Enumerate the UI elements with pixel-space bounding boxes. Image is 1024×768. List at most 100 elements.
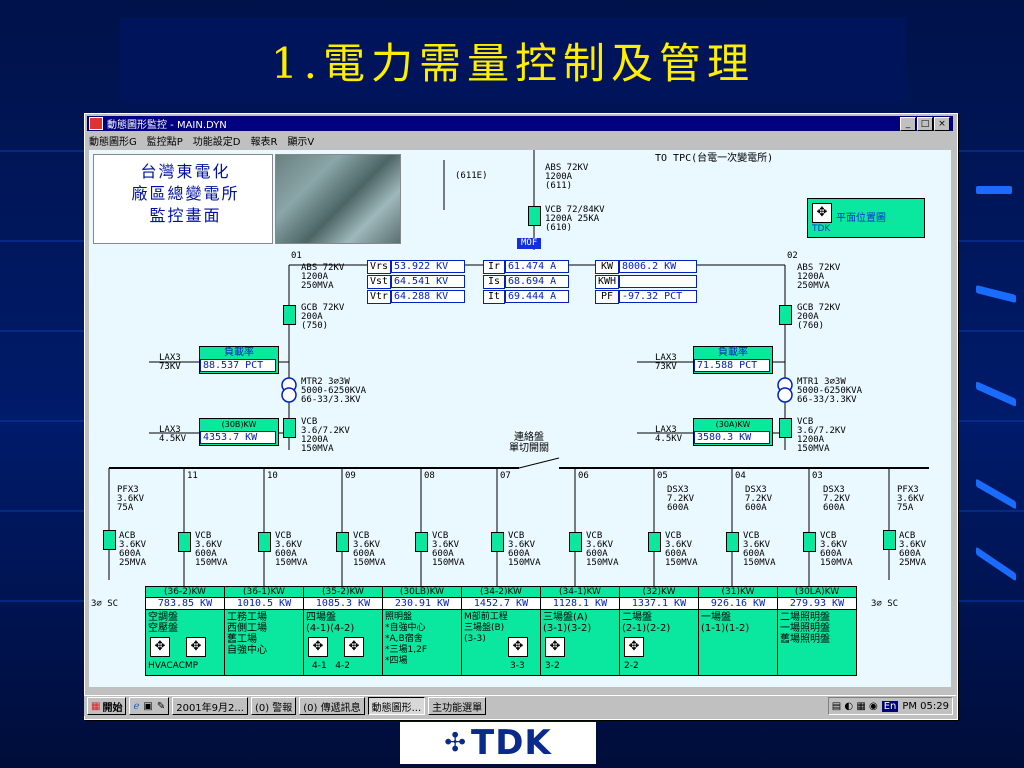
window-title: 動態圖形監控 - MAIN.DYN <box>107 120 227 131</box>
left-acb-label: ACB 3.6KV 600A 25MVA <box>119 531 147 568</box>
right-load-label: 負載率 <box>718 347 748 358</box>
feeder-value: 230.91 KW <box>383 597 461 610</box>
language-indicator[interactable]: En <box>881 700 899 712</box>
vcb-07-breaker[interactable] <box>491 532 504 552</box>
right-acb-breaker[interactable] <box>883 530 896 550</box>
task-message[interactable]: (0) 傳遞訊息 <box>299 697 365 715</box>
system-tray: ▤ ◐ ▦ ◉ En PM 05:29 <box>827 697 953 715</box>
bus-04: 04 <box>735 471 746 481</box>
feeder-panel-31: (31)KW 926.16 KW 一場盤 (1-1)(1-2) <box>698 586 778 676</box>
task-main-menu[interactable]: 主功能選單 <box>428 697 487 715</box>
bus-06: 06 <box>578 471 589 481</box>
feeder-desc: 三場盤(A) (3-1)(3-2) <box>543 612 592 634</box>
vcb-03-breaker[interactable] <box>803 532 816 552</box>
app-window: 動態圖形監控 - MAIN.DYN _ □ × 動態圖形G 監控點P 功能設定D… <box>84 113 958 720</box>
vcb-09-breaker[interactable] <box>336 532 349 552</box>
feeder-desc: 二場照明盤 一場照明盤 舊場照明盤 <box>780 612 830 645</box>
feeder-panel-30la: (30LA)KW 279.93 KW 二場照明盤 一場照明盤 舊場照明盤 <box>777 586 857 676</box>
nav-arrows-icon[interactable]: ✥ <box>308 637 328 657</box>
nav-arrows-icon[interactable]: ✥ <box>186 637 206 657</box>
left-kw-panel: (30B)KW 4353.7 KW <box>199 418 279 446</box>
bus-05: 05 <box>657 471 668 481</box>
switch-611e-label: (611E) <box>455 171 488 181</box>
vcb-top-breaker[interactable] <box>528 206 541 226</box>
bus-09: 09 <box>345 471 356 481</box>
branch-01-number: 01 <box>291 251 302 261</box>
feeder-value: 1010.5 KW <box>225 597 303 610</box>
left-gcb-breaker[interactable] <box>283 305 296 325</box>
vcb-04-label: VCB 3.6KV 600A 150MVA <box>743 531 776 568</box>
start-label: 開始 <box>102 702 123 714</box>
left-acb-breaker[interactable] <box>103 530 116 550</box>
feeder-desc: 空調盤 空壓盤 <box>148 612 178 634</box>
layout-button[interactable]: ✥ 平面位置圖 TDK <box>807 198 925 238</box>
feeder-panel-36-1: (36-1)KW 1010.5 KW 工務工場 西側工場 舊工場 自強中心 <box>224 586 304 676</box>
vcb-08-breaker[interactable] <box>415 532 428 552</box>
right-sc-label: 3∅ SC <box>871 599 899 609</box>
nav-arrows-icon[interactable]: ✥ <box>545 637 565 657</box>
vcb-05-breaker[interactable] <box>648 532 661 552</box>
feeder-head: (32)KW <box>642 587 676 597</box>
bus-03: 03 <box>812 471 823 481</box>
menu-display[interactable]: 顯示V <box>287 133 314 148</box>
menu-settings[interactable]: 功能設定D <box>193 133 241 148</box>
close-button[interactable]: × <box>934 117 950 131</box>
vcb-09-label: VCB 3.6KV 600A 150MVA <box>353 531 386 568</box>
label-is: Is <box>483 275 505 289</box>
feeder-desc: 一場盤 (1-1)(1-2) <box>701 612 750 634</box>
window-titlebar[interactable]: 動態圖形監控 - MAIN.DYN _ □ × <box>87 116 953 131</box>
label-it: It <box>483 290 505 304</box>
tie-switch-label: 連絡盤 單切開關 <box>509 432 549 454</box>
browser-icon[interactable]: ℯ <box>133 701 139 712</box>
tray-icons[interactable]: ▤ ◐ ▦ ◉ <box>832 701 878 712</box>
feeder-head: (34-2)KW <box>480 587 522 597</box>
edit-icon[interactable]: ✎ <box>157 701 165 712</box>
tdk-logo: ✣ TDK <box>400 722 596 764</box>
task-dynamic-graphics[interactable]: 動態圖形... <box>367 697 426 715</box>
dsx-03-label: DSX3 7.2KV 600A <box>823 485 851 513</box>
nav-arrows-icon[interactable]: ✥ <box>344 637 364 657</box>
left-lax-bot-label: LAX3 4.5KV <box>159 425 187 444</box>
menu-reports[interactable]: 報表R <box>250 133 277 148</box>
vcb-06-breaker[interactable] <box>569 532 582 552</box>
feeder-panel-32: (32)KW 1337.1 KW 二場盤 (2-1)(2-2) ✥ 2-2 <box>619 586 699 676</box>
label-pf: PF <box>595 290 619 304</box>
value-kw: 8006.2 KW <box>619 260 697 273</box>
right-lax-top-label: LAX3 73KV <box>655 353 677 372</box>
left-load-label: 負載率 <box>224 347 254 358</box>
task-alarm[interactable]: (0) 警報 <box>250 697 297 715</box>
right-vcb-label: VCB 3.6/7.2KV 1200A 150MVA <box>797 417 846 454</box>
bus-08: 08 <box>424 471 435 481</box>
left-vcb-breaker[interactable] <box>283 418 296 438</box>
nav-arrows-icon[interactable]: ✥ <box>624 637 644 657</box>
right-gcb-label: GCB 72KV 200A (760) <box>797 303 841 331</box>
vcb-11-breaker[interactable] <box>178 532 191 552</box>
feeder-sub: 4-1 4-2 <box>312 661 350 671</box>
value-it: 69.444 A <box>505 290 569 303</box>
nav-arrows-icon[interactable]: ✥ <box>150 637 170 657</box>
vcb-05-label: VCB 3.6KV 600A 150MVA <box>665 531 698 568</box>
right-gcb-breaker[interactable] <box>779 305 792 325</box>
left-mtr-label: MTR2 3∅3W 5000-6250KVA 66-33/3.3KV <box>301 377 367 405</box>
task-datetime[interactable]: 2001年9月2... <box>172 697 248 715</box>
menu-bar: 動態圖形G 監控點P 功能設定D 報表R 顯示V <box>87 133 314 148</box>
left-sc-label: 3∅ SC <box>91 599 119 609</box>
desktop-icon[interactable]: ▣ <box>143 701 152 712</box>
menu-points[interactable]: 監控點P <box>147 133 183 148</box>
vcb-10-breaker[interactable] <box>258 532 271 552</box>
left-abs-label: ABS 72KV 1200A 250MVA <box>301 263 345 291</box>
feeder-value: 1085.3 KW <box>304 597 382 610</box>
maximize-button[interactable]: □ <box>917 117 933 131</box>
value-vrs: 53.922 KV <box>391 260 465 273</box>
nav-arrows-icon[interactable]: ✥ <box>508 637 528 657</box>
feeder-panel-30lb: (30LB)KW 230.91 KW 照明盤 *自強中心 *A,B宿舍 *三場1… <box>382 586 462 676</box>
site-name: 廠區總變電所 <box>131 184 240 203</box>
feeder-head: (30LA)KW <box>794 587 840 597</box>
menu-graphics[interactable]: 動態圖形G <box>89 133 137 148</box>
minimize-button[interactable]: _ <box>900 117 916 131</box>
company-panel: 台灣東電化 廠區總變電所 監控畫面 <box>93 154 273 244</box>
vcb-04-breaker[interactable] <box>726 532 739 552</box>
slide-title: 1.電力需量控制及管理 <box>120 18 906 102</box>
start-button[interactable]: ▦ 開始 <box>87 697 127 715</box>
right-vcb-breaker[interactable] <box>779 418 792 438</box>
